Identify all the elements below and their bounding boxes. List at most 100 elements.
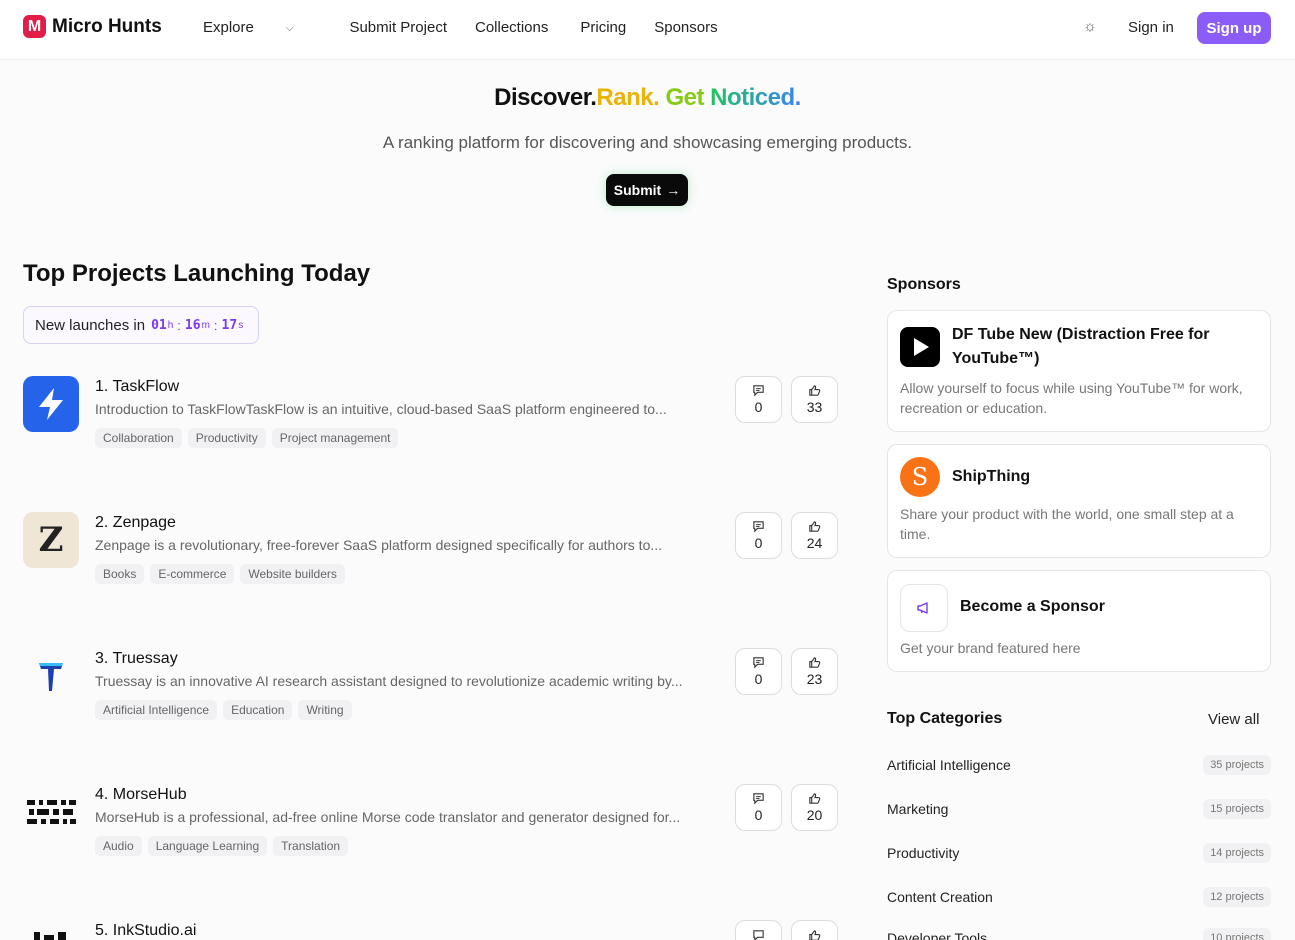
countdown-seconds-unit: s [238, 319, 244, 331]
nav-submit-project[interactable]: Submit Project [349, 19, 447, 36]
category-count: 35 projects [1203, 755, 1271, 775]
sponsor-name: Become a Sponsor [960, 598, 1105, 615]
project-tags: Books E-commerce Website builders [95, 564, 345, 584]
nav-sponsors[interactable]: Sponsors [654, 19, 717, 36]
project-name[interactable]: 1. TaskFlow [95, 378, 179, 396]
letter-z-icon: Z [23, 512, 79, 568]
countdown-minutes: 16 [184, 317, 201, 333]
tag[interactable]: Website builders [240, 564, 345, 584]
hero-subtitle: A ranking platform for discovering and s… [382, 133, 913, 152]
category-count: 15 projects [1203, 799, 1271, 819]
thumbs-up-icon [809, 521, 821, 532]
upvote-button[interactable]: 20 [791, 784, 838, 831]
tag[interactable]: Project management [271, 428, 399, 448]
top-nav: M Micro Hunts Explore ⌵ Submit Project Co… [0, 0, 1295, 60]
comment-icon [753, 657, 764, 669]
project-name[interactable]: 5. InkStudio.ai [95, 922, 196, 940]
project-item[interactable]: 5. InkStudio.ai [23, 920, 839, 940]
sponsor-card[interactable]: Become a Sponsor Get your brand featured… [887, 570, 1271, 672]
sponsor-description: Allow yourself to focus while using YouT… [900, 380, 1243, 416]
countdown-seconds: 17 [221, 317, 238, 333]
tag[interactable]: Artificial Intelligence [95, 700, 218, 720]
category-row[interactable]: Content Creation 12 projects [887, 887, 1271, 909]
category-row[interactable]: Artificial Intelligence 35 projects [887, 755, 1271, 777]
comments-button[interactable]: 0 [735, 784, 782, 831]
tag[interactable]: Productivity [187, 428, 266, 448]
project-description: Truessay is an innovative AI research as… [95, 673, 683, 689]
comments-count: 0 [754, 807, 763, 823]
categories-title: Top Categories [887, 710, 1003, 727]
hero-word-discover: Discover. [494, 84, 597, 111]
tag[interactable]: Language Learning [147, 836, 268, 856]
tag[interactable]: E-commerce [150, 564, 235, 584]
sun-icon[interactable]: ☼ [1081, 18, 1099, 36]
logo[interactable]: M Micro Hunts [23, 15, 162, 38]
upvote-button[interactable]: 24 [791, 512, 838, 559]
project-item[interactable]: 4. MorseHub MorseHub is a professional, … [23, 784, 839, 894]
section-title: Top Projects Launching Today [23, 260, 371, 287]
countdown-label: New launches in [35, 316, 146, 334]
category-row[interactable]: Marketing 15 projects [887, 799, 1271, 821]
thumbs-up-icon [809, 793, 821, 804]
view-all-link[interactable]: View all [1208, 711, 1259, 728]
tag[interactable]: Education [223, 700, 293, 720]
letter-t-icon [23, 648, 79, 704]
category-row[interactable]: Developer Tools 10 projects [887, 928, 1271, 940]
hero-submit-button[interactable]: Submit → [606, 174, 688, 206]
hero-submit-label: Submit [613, 182, 662, 198]
megaphone-icon [900, 584, 948, 632]
sign-up-button[interactable]: Sign up [1197, 12, 1271, 44]
thumbs-up-icon [809, 930, 821, 940]
countdown-hours-unit: h [167, 319, 174, 331]
nav-collections[interactable]: Collections [475, 19, 548, 36]
upvote-button[interactable] [791, 920, 838, 940]
category-name: Marketing [887, 801, 949, 817]
sponsor-card[interactable]: S ShipThing Share your product with the … [887, 444, 1271, 558]
category-count: 10 projects [1203, 928, 1271, 940]
sign-in-link[interactable]: Sign in [1128, 19, 1174, 36]
project-name[interactable]: 3. Truessay [95, 650, 178, 668]
comments-count: 0 [754, 399, 763, 415]
upvote-count: 20 [806, 807, 823, 823]
tag[interactable]: Books [95, 564, 145, 584]
project-item[interactable]: 3. Truessay Truessay is an innovative AI… [23, 648, 839, 758]
upvote-button[interactable]: 23 [791, 648, 838, 695]
comment-icon [753, 521, 764, 533]
project-description: Zenpage is a revolutionary, free-forever… [95, 537, 663, 553]
sponsor-name: ShipThing [952, 468, 1031, 485]
upvote-button[interactable]: 33 [791, 376, 838, 423]
tag[interactable]: Audio [95, 836, 142, 856]
project-item[interactable]: 1. TaskFlow Introduction to TaskFlowTask… [23, 376, 839, 486]
project-item[interactable]: Z 2. Zenpage Zenpage is a revolutionary,… [23, 512, 839, 622]
category-name: Productivity [887, 845, 960, 861]
category-count: 14 projects [1203, 843, 1271, 863]
thumbs-up-icon [809, 657, 821, 668]
nav-pricing[interactable]: Pricing [580, 19, 626, 36]
nav-links: Explore ⌵ Submit Project Collections Pric… [203, 19, 746, 36]
letter-s-icon: S [900, 457, 940, 497]
tag[interactable]: Translation [273, 836, 349, 856]
play-icon [900, 327, 940, 367]
comments-button[interactable]: 0 [735, 512, 782, 559]
project-tags: Audio Language Learning Translation [95, 836, 349, 856]
project-name[interactable]: 4. MorseHub [95, 786, 187, 804]
sponsor-card[interactable]: DF Tube New (Distraction Free for YouTub… [887, 310, 1271, 432]
project-tags: Collaboration Productivity Project manag… [95, 428, 399, 448]
chevron-down-icon: ⌵ [285, 23, 294, 34]
nav-explore[interactable]: Explore ⌵ [203, 19, 321, 36]
tag[interactable]: Collaboration [95, 428, 182, 448]
upvote-count: 24 [806, 535, 823, 551]
category-count: 12 projects [1203, 887, 1271, 907]
sponsors-title: Sponsors [887, 276, 961, 293]
project-name[interactable]: 2. Zenpage [95, 514, 176, 532]
hero-word-rank: Rank. [596, 84, 660, 111]
project-description: Introduction to TaskFlowTaskFlow is an i… [95, 401, 667, 417]
tag[interactable]: Writing [298, 700, 352, 720]
category-name: Content Creation [887, 889, 993, 905]
category-row[interactable]: Productivity 14 projects [887, 843, 1271, 865]
comments-button[interactable]: 0 [735, 376, 782, 423]
comments-button[interactable]: 0 [735, 648, 782, 695]
comments-button[interactable] [735, 920, 782, 940]
morse-pattern-icon [23, 784, 79, 840]
hero-word-get: Get [665, 84, 704, 111]
